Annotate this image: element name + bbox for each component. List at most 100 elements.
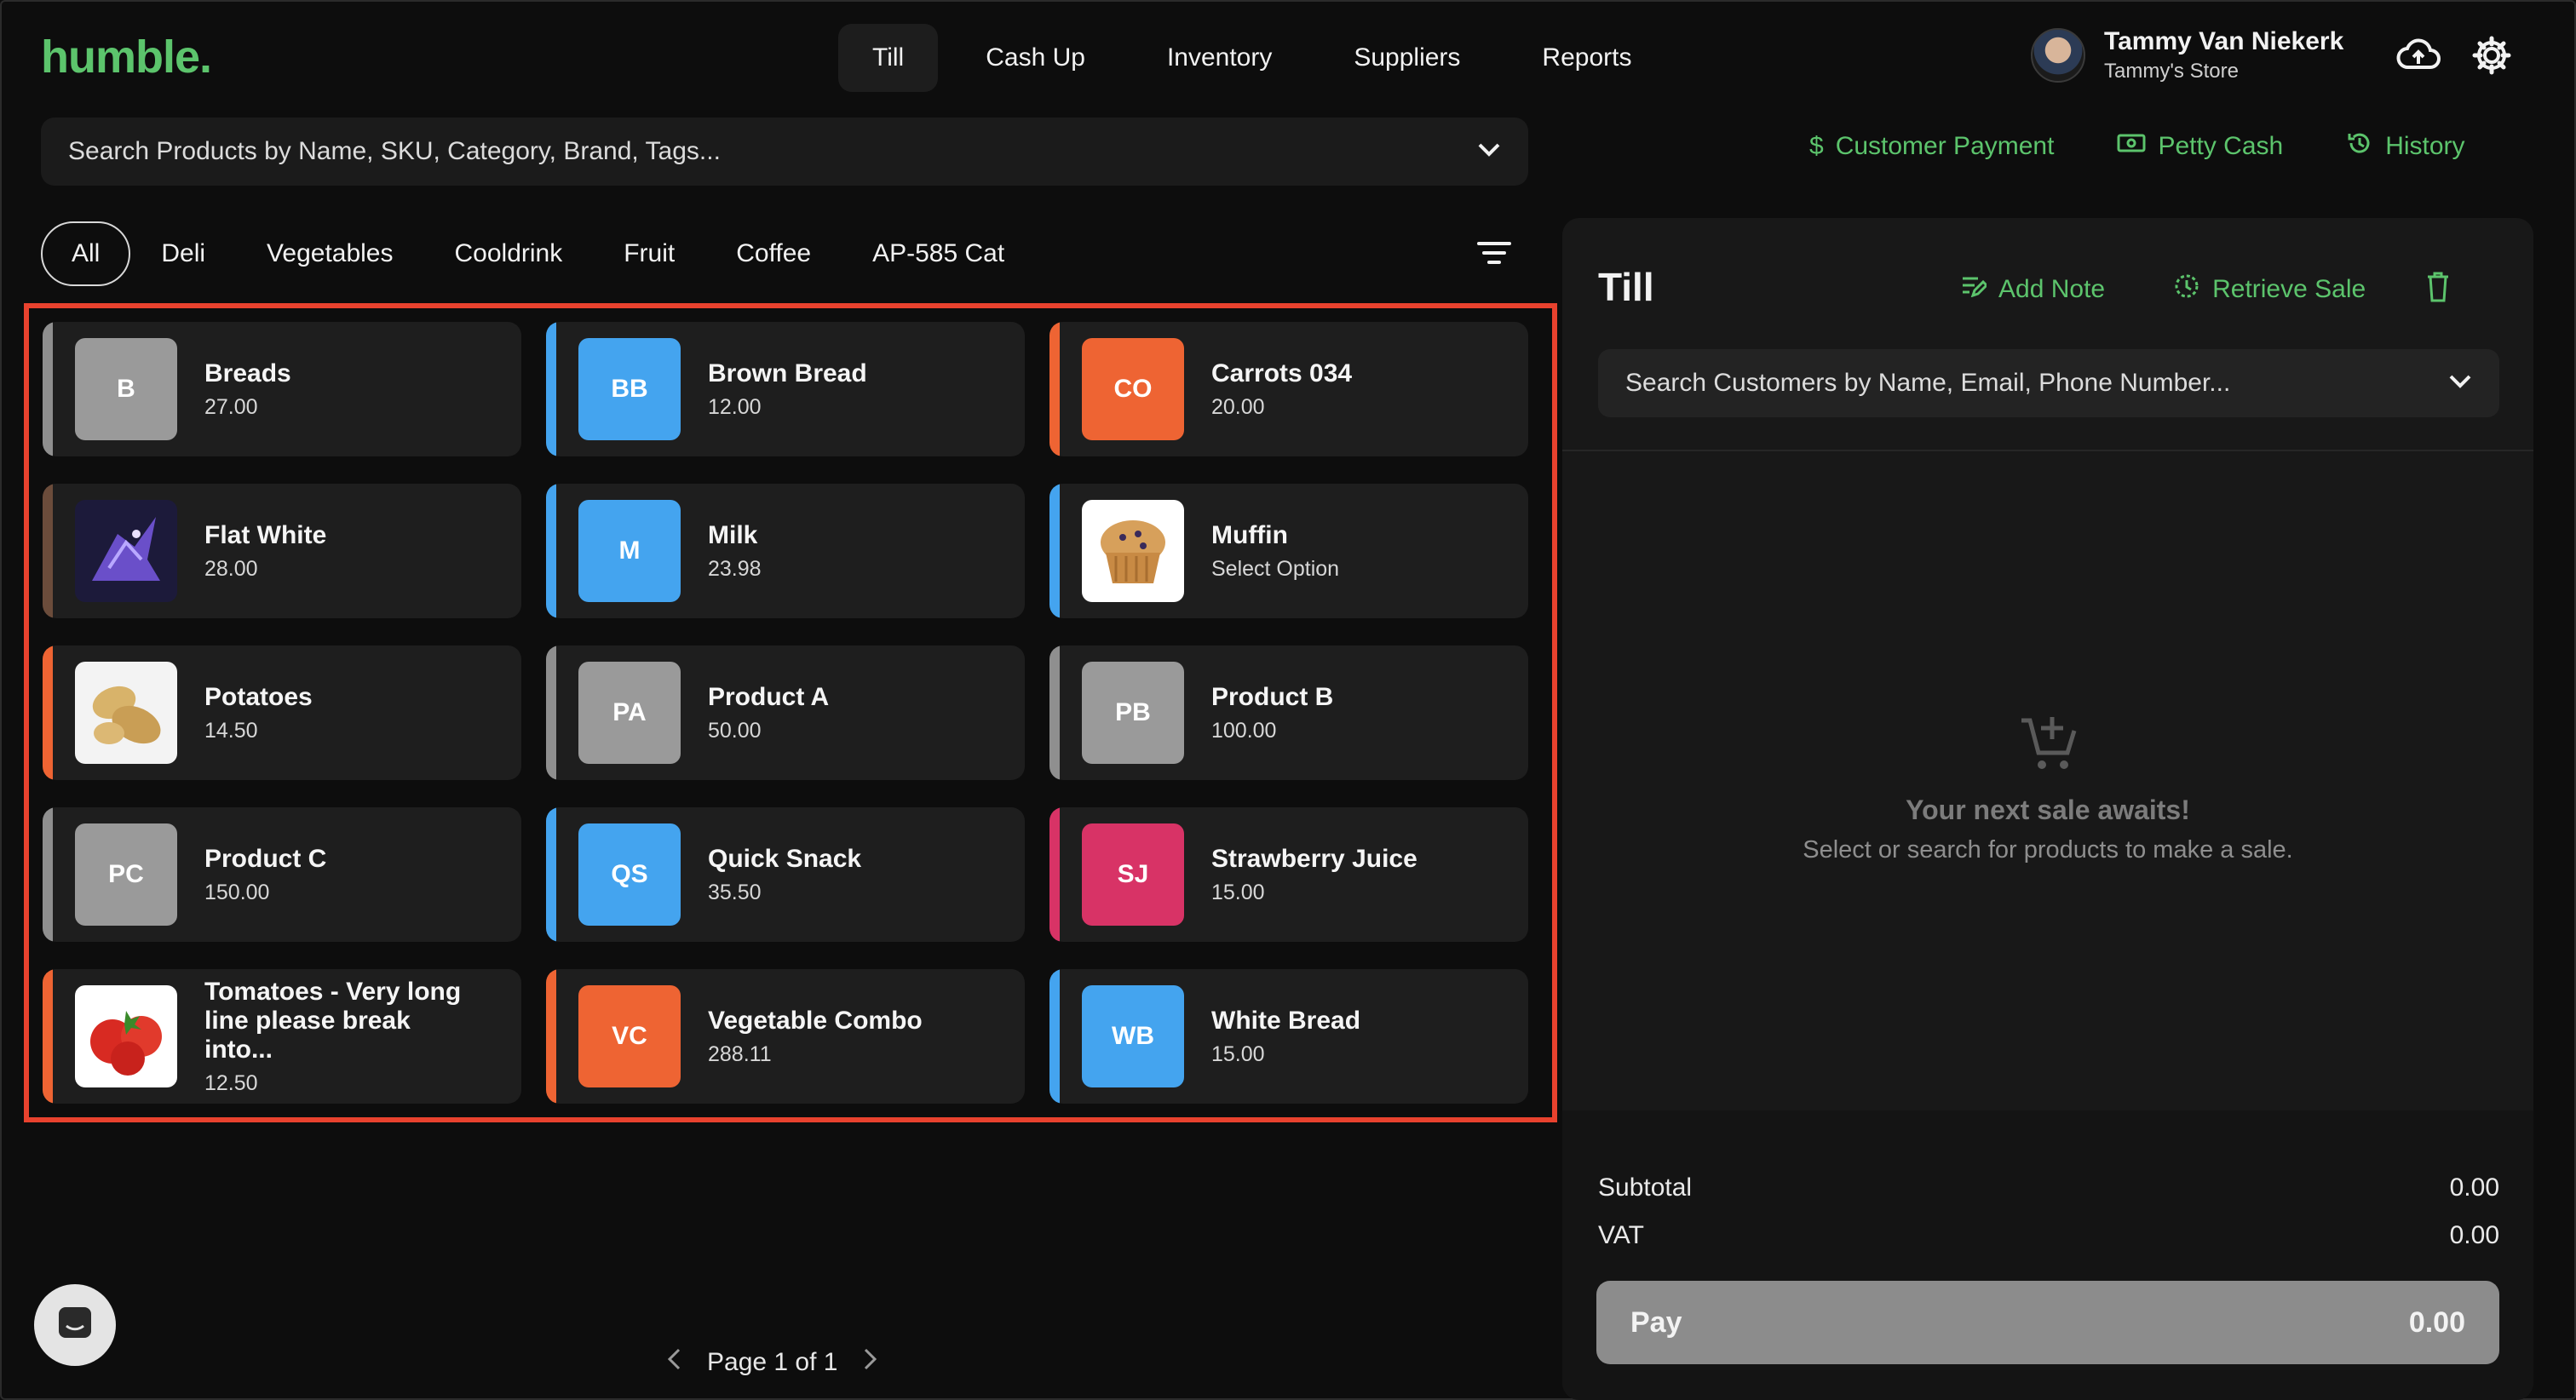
product-name: Flat White — [204, 520, 327, 549]
main-nav: Till Cash Up Inventory Suppliers Reports — [838, 24, 1665, 92]
category-color-bar — [546, 969, 556, 1104]
cloud-upload-icon[interactable] — [2391, 28, 2446, 83]
product-card[interactable]: SJ Strawberry Juice 15.00 — [1049, 807, 1528, 942]
product-image — [75, 500, 177, 602]
product-card[interactable]: Flat White 28.00 — [43, 484, 521, 618]
product-name: Strawberry Juice — [1211, 844, 1417, 873]
product-name: Quick Snack — [708, 844, 862, 873]
product-card[interactable]: Muffin Select Option — [1049, 484, 1528, 618]
dollar-icon: $ — [1809, 132, 1824, 160]
product-card[interactable]: PC Product C 150.00 — [43, 807, 521, 942]
category-color-bar — [1049, 645, 1060, 780]
tab-suppliers[interactable]: Suppliers — [1320, 24, 1494, 92]
product-info: Muffin Select Option — [1211, 521, 1339, 582]
till-title: Till — [1598, 265, 1654, 309]
category-cooldrink[interactable]: Cooldrink — [424, 221, 594, 286]
product-info: Milk 23.98 — [708, 521, 762, 582]
category-all[interactable]: All — [41, 221, 131, 286]
category-color-bar — [1049, 807, 1060, 942]
product-info: Product B 100.00 — [1211, 683, 1333, 743]
product-info: Product C 150.00 — [204, 845, 326, 905]
chevron-down-icon[interactable] — [1477, 142, 1501, 162]
chat-button[interactable] — [34, 1284, 116, 1366]
category-coffee[interactable]: Coffee — [705, 221, 842, 286]
product-initials: VC — [578, 985, 681, 1087]
category-color-bar — [546, 484, 556, 618]
product-name: Carrots 034 — [1211, 359, 1353, 387]
product-name: Milk — [708, 520, 758, 549]
customer-search-placeholder: Search Customers by Name, Email, Phone N… — [1625, 369, 2231, 397]
chat-icon — [55, 1304, 95, 1347]
brand-logo: humble. — [41, 32, 212, 83]
category-color-bar — [43, 969, 53, 1104]
product-info: Vegetable Combo 288.11 — [708, 1007, 923, 1067]
category-color-bar — [1049, 484, 1060, 618]
vat-label: VAT — [1598, 1221, 1644, 1249]
product-card[interactable]: WB White Bread 15.00 — [1049, 969, 1528, 1104]
trash-icon[interactable] — [2425, 271, 2451, 307]
category-color-bar — [1049, 322, 1060, 456]
product-card[interactable]: VC Vegetable Combo 288.11 — [546, 969, 1025, 1104]
avatar[interactable] — [2031, 28, 2085, 83]
product-name: Product B — [1211, 682, 1334, 711]
product-card[interactable]: M Milk 23.98 — [546, 484, 1025, 618]
retrieve-sale-button[interactable]: Retrieve Sale — [2173, 273, 2366, 307]
product-card[interactable]: BB Brown Bread 12.00 — [546, 322, 1025, 456]
product-search-input[interactable]: Search Products by Name, SKU, Category, … — [41, 118, 1528, 186]
product-info: Flat White 28.00 — [204, 521, 326, 582]
product-info: Quick Snack 35.50 — [708, 845, 861, 905]
product-card[interactable]: Potatoes 14.50 — [43, 645, 521, 780]
product-name: Brown Bread — [708, 359, 867, 387]
product-name: Potatoes — [204, 682, 313, 711]
gear-icon[interactable] — [2464, 28, 2519, 83]
product-card[interactable]: B Breads 27.00 — [43, 322, 521, 456]
tab-reports[interactable]: Reports — [1508, 24, 1665, 92]
product-card[interactable]: QS Quick Snack 35.50 — [546, 807, 1025, 942]
product-card[interactable]: PB Product B 100.00 — [1049, 645, 1528, 780]
product-image — [75, 662, 177, 764]
tab-till[interactable]: Till — [838, 24, 939, 92]
sort-icon[interactable] — [1477, 240, 1511, 270]
add-note-button[interactable]: Add Note — [1961, 275, 2105, 304]
user-info[interactable]: Tammy Van Niekerk Tammy's Store — [2104, 27, 2343, 83]
product-price: 50.00 — [708, 718, 762, 743]
product-initials: SJ — [1082, 823, 1184, 926]
product-image — [1082, 500, 1184, 602]
user-name: Tammy Van Niekerk — [2104, 27, 2344, 55]
customer-payment-button[interactable]: $ Customer Payment — [1809, 132, 2054, 161]
pay-amount: 0.00 — [2408, 1305, 2465, 1339]
product-info: Strawberry Juice 15.00 — [1211, 845, 1417, 905]
tab-cash-up[interactable]: Cash Up — [952, 24, 1119, 92]
customer-search-input[interactable]: Search Customers by Name, Email, Phone N… — [1598, 349, 2499, 417]
pay-button[interactable]: Pay 0.00 — [1596, 1281, 2499, 1364]
category-deli[interactable]: Deli — [130, 221, 236, 286]
product-name: Muffin — [1211, 520, 1288, 549]
product-card[interactable]: CO Carrots 034 20.00 — [1049, 322, 1528, 456]
user-area: Tammy Van Niekerk Tammy's Store — [2031, 27, 2519, 83]
history-button[interactable]: History — [2346, 129, 2465, 164]
product-initials: BB — [578, 338, 681, 440]
product-card[interactable]: Tomatoes - Very long line please break i… — [43, 969, 521, 1104]
product-price: 12.50 — [204, 1070, 258, 1095]
product-card[interactable]: PA Product A 50.00 — [546, 645, 1025, 780]
product-info: Potatoes 14.50 — [204, 683, 313, 743]
category-color-bar — [43, 322, 53, 456]
empty-cart-title: Your next sale awaits! — [1906, 795, 2190, 825]
product-name: Product A — [708, 682, 830, 711]
chevron-right-icon[interactable] — [863, 1347, 878, 1378]
category-color-bar — [43, 807, 53, 942]
category-color-bar — [546, 645, 556, 780]
cart-add-icon — [2018, 717, 2078, 778]
chevron-down-icon[interactable] — [2448, 374, 2472, 393]
petty-cash-button[interactable]: Petty Cash — [2117, 132, 2283, 161]
product-name: White Bread — [1211, 1006, 1361, 1035]
chevron-left-icon[interactable] — [666, 1347, 681, 1378]
product-initials: CO — [1082, 338, 1184, 440]
tab-inventory[interactable]: Inventory — [1133, 24, 1306, 92]
category-vegetables[interactable]: Vegetables — [236, 221, 423, 286]
category-fruit[interactable]: Fruit — [593, 221, 705, 286]
product-price: Select Option — [1211, 556, 1340, 581]
vat-value: 0.00 — [2449, 1221, 2499, 1249]
category-ap-585-cat[interactable]: AP-585 Cat — [842, 221, 1035, 286]
subtotal-label: Subtotal — [1598, 1173, 1693, 1202]
